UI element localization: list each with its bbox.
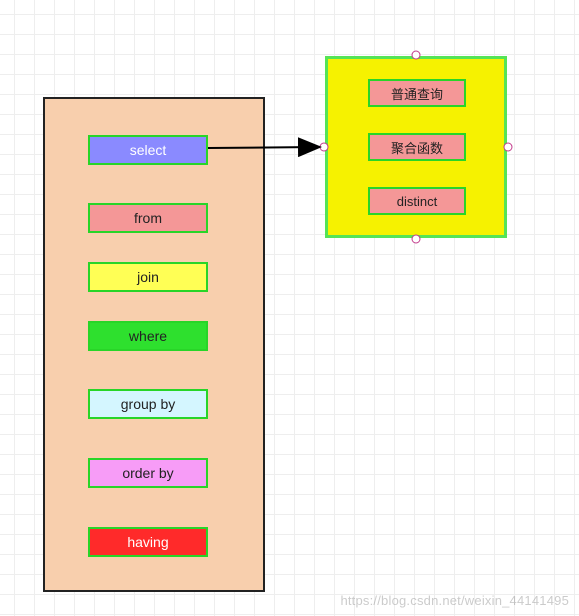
clause-label: order by — [122, 465, 173, 481]
clause-where[interactable]: where — [88, 321, 208, 351]
watermark-text: https://blog.csdn.net/weixin_44141495 — [340, 593, 569, 608]
clause-label: select — [130, 142, 167, 158]
select-options-panel[interactable]: 普通查询 聚合函数 distinct — [325, 56, 507, 238]
option-aggregate-func[interactable]: 聚合函数 — [368, 133, 466, 161]
resize-handle-bottom[interactable] — [412, 235, 421, 244]
clause-label: from — [134, 210, 162, 226]
clause-order-by[interactable]: order by — [88, 458, 208, 488]
clause-label: group by — [121, 396, 175, 412]
option-distinct[interactable]: distinct — [368, 187, 466, 215]
sql-clauses-panel: select from join where group by order by… — [43, 97, 265, 592]
option-label: 聚合函数 — [391, 138, 443, 157]
clause-label: where — [129, 328, 167, 344]
clause-join[interactable]: join — [88, 262, 208, 292]
clause-select[interactable]: select — [88, 135, 208, 165]
option-label: 普通查询 — [391, 84, 443, 103]
clause-having[interactable]: having — [88, 527, 208, 557]
clause-label: join — [137, 269, 159, 285]
resize-handle-left[interactable] — [320, 143, 329, 152]
clause-group-by[interactable]: group by — [88, 389, 208, 419]
option-label: distinct — [397, 194, 437, 209]
resize-handle-right[interactable] — [504, 143, 513, 152]
resize-handle-top[interactable] — [412, 51, 421, 60]
clause-label: having — [127, 534, 168, 550]
option-plain-query[interactable]: 普通查询 — [368, 79, 466, 107]
clause-from[interactable]: from — [88, 203, 208, 233]
